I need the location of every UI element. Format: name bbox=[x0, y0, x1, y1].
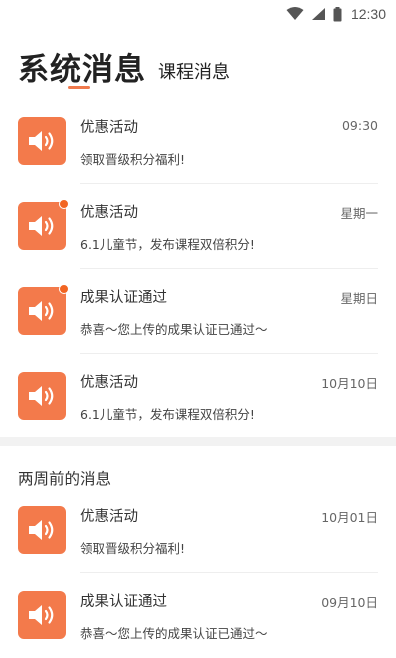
message-title: 优惠活动 bbox=[80, 120, 138, 136]
older-message-list: 优惠活动 领取晋级积分福利! 10月01日 成果认证通过 恭喜～您上传的成果认证… bbox=[0, 488, 396, 658]
message-body: 6.1儿童节，发布课程双倍积分! bbox=[80, 237, 255, 252]
message-item[interactable]: 优惠活动 领取晋级积分福利! 10月01日 bbox=[0, 488, 396, 573]
section-divider bbox=[0, 437, 396, 446]
status-time: 12:30 bbox=[350, 6, 386, 22]
speaker-icon bbox=[18, 199, 69, 250]
tab-system-messages[interactable]: 系统消息 bbox=[18, 44, 146, 89]
message-item[interactable]: 成果认证通过 恭喜～您上传的成果认证已通过～ 09月10日 bbox=[0, 573, 396, 658]
battery-icon bbox=[333, 6, 342, 22]
wifi-icon bbox=[286, 7, 304, 21]
message-item[interactable]: 优惠活动 6.1儿童节，发布课程双倍积分! 星期一 bbox=[0, 184, 396, 269]
message-time: 星期一 bbox=[340, 206, 378, 221]
unread-dot bbox=[59, 199, 69, 209]
message-body: 恭喜～您上传的成果认证已通过～ bbox=[80, 322, 268, 337]
message-title: 优惠活动 bbox=[80, 509, 138, 525]
message-time: 10月01日 bbox=[321, 510, 378, 525]
message-body: 领取晋级积分福利! bbox=[80, 152, 186, 167]
message-title: 成果认证通过 bbox=[80, 290, 167, 306]
message-title: 优惠活动 bbox=[80, 205, 138, 221]
status-icons: 12:30 bbox=[286, 6, 386, 22]
unread-dot bbox=[59, 284, 69, 294]
speaker-icon bbox=[18, 506, 66, 554]
message-item[interactable]: 优惠活动 领取晋级积分福利! 09:30 bbox=[0, 99, 396, 184]
active-tab-indicator bbox=[68, 86, 90, 89]
older-messages-header: 两周前的消息 bbox=[18, 470, 112, 488]
message-tabs: 系统消息 课程消息 bbox=[18, 44, 378, 94]
speaker-icon bbox=[18, 591, 66, 639]
message-body: 恭喜～您上传的成果认证已通过～ bbox=[80, 626, 268, 641]
speaker-icon bbox=[18, 372, 66, 420]
message-time: 星期日 bbox=[340, 291, 378, 306]
message-item[interactable]: 优惠活动 6.1儿童节，发布课程双倍积分! 10月10日 bbox=[0, 354, 396, 439]
cellular-signal-icon bbox=[311, 7, 326, 21]
message-body: 领取晋级积分福利! bbox=[80, 541, 186, 556]
message-title: 优惠活动 bbox=[80, 375, 138, 391]
message-item[interactable]: 成果认证通过 恭喜～您上传的成果认证已通过～ 星期日 bbox=[0, 269, 396, 354]
message-time: 10月10日 bbox=[321, 376, 378, 391]
recent-message-list: 优惠活动 领取晋级积分福利! 09:30 优惠活动 6.1儿童节，发布课程双倍积… bbox=[0, 99, 396, 439]
message-body: 6.1儿童节，发布课程双倍积分! bbox=[80, 407, 255, 422]
speaker-icon bbox=[18, 284, 69, 335]
message-title: 成果认证通过 bbox=[80, 594, 167, 610]
status-bar: 12:30 bbox=[0, 0, 396, 34]
tab-course-messages[interactable]: 课程消息 bbox=[158, 58, 230, 84]
speaker-icon bbox=[18, 117, 66, 165]
message-time: 09:30 bbox=[341, 118, 378, 133]
message-time: 09月10日 bbox=[321, 595, 378, 610]
